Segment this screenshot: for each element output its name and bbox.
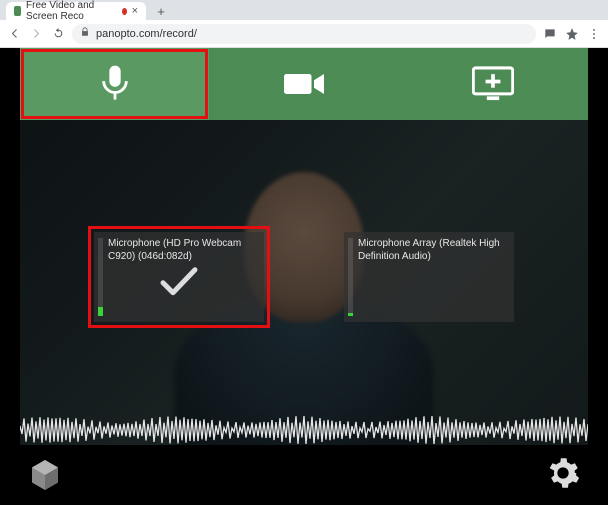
screen-plus-icon <box>472 66 514 102</box>
back-button[interactable] <box>6 26 22 42</box>
tab-audio[interactable] <box>20 48 209 120</box>
favicon-icon <box>14 6 21 16</box>
panopto-logo <box>28 458 62 492</box>
bottom-bar <box>20 445 588 505</box>
device-option-selected: Microphone (HD Pro Webcam C920) (046d:08… <box>94 232 264 322</box>
device-card[interactable]: Microphone (HD Pro Webcam C920) (046d:08… <box>94 232 264 322</box>
star-icon <box>565 27 579 41</box>
menu-button[interactable] <box>586 26 602 42</box>
check-icon <box>159 266 199 303</box>
omnibox[interactable]: panopto.com/record/ <box>72 24 536 44</box>
arrow-right-icon <box>30 27 43 40</box>
bookmark-button[interactable] <box>564 26 580 42</box>
new-tab-button[interactable]: + <box>152 2 170 20</box>
logo-icon <box>28 458 62 492</box>
audio-level-meter <box>348 238 353 316</box>
address-bar: panopto.com/record/ <box>0 20 608 48</box>
device-option: Microphone Array (Realtek High Definitio… <box>344 232 514 322</box>
reload-icon <box>52 27 65 40</box>
waveform-icon <box>20 415 588 445</box>
recording-indicator-icon <box>122 8 127 15</box>
url-text: panopto.com/record/ <box>96 28 197 40</box>
device-list: Microphone (HD Pro Webcam C920) (046d:08… <box>20 232 588 322</box>
reload-button[interactable] <box>50 26 66 42</box>
device-card[interactable]: Microphone Array (Realtek High Definitio… <box>344 232 514 322</box>
device-label: Microphone (HD Pro Webcam C920) (046d:08… <box>108 238 256 263</box>
share-button[interactable] <box>542 26 558 42</box>
camera-icon <box>284 69 324 99</box>
settings-button[interactable] <box>546 456 580 495</box>
recorder-app: Microphone (HD Pro Webcam C920) (046d:08… <box>0 48 608 505</box>
browser-tab-strip: Free Video and Screen Reco × + <box>0 0 608 20</box>
forward-button <box>28 26 44 42</box>
close-icon[interactable]: × <box>132 5 138 17</box>
audio-level-meter <box>98 238 103 316</box>
audio-waveform <box>20 415 588 445</box>
source-tabs <box>20 48 588 120</box>
kebab-icon <box>587 27 601 41</box>
tab-screen[interactable] <box>399 48 588 120</box>
device-label: Microphone Array (Realtek High Definitio… <box>358 238 506 263</box>
arrow-left-icon <box>8 27 21 40</box>
video-preview: Microphone (HD Pro Webcam C920) (046d:08… <box>20 120 588 445</box>
tab-video[interactable] <box>209 48 398 120</box>
lock-icon <box>80 27 90 40</box>
tab-title: Free Video and Screen Reco <box>26 0 117 22</box>
chat-icon <box>543 27 557 41</box>
gear-icon <box>546 456 580 490</box>
browser-tab[interactable]: Free Video and Screen Reco × <box>6 2 146 20</box>
microphone-icon <box>98 64 132 104</box>
